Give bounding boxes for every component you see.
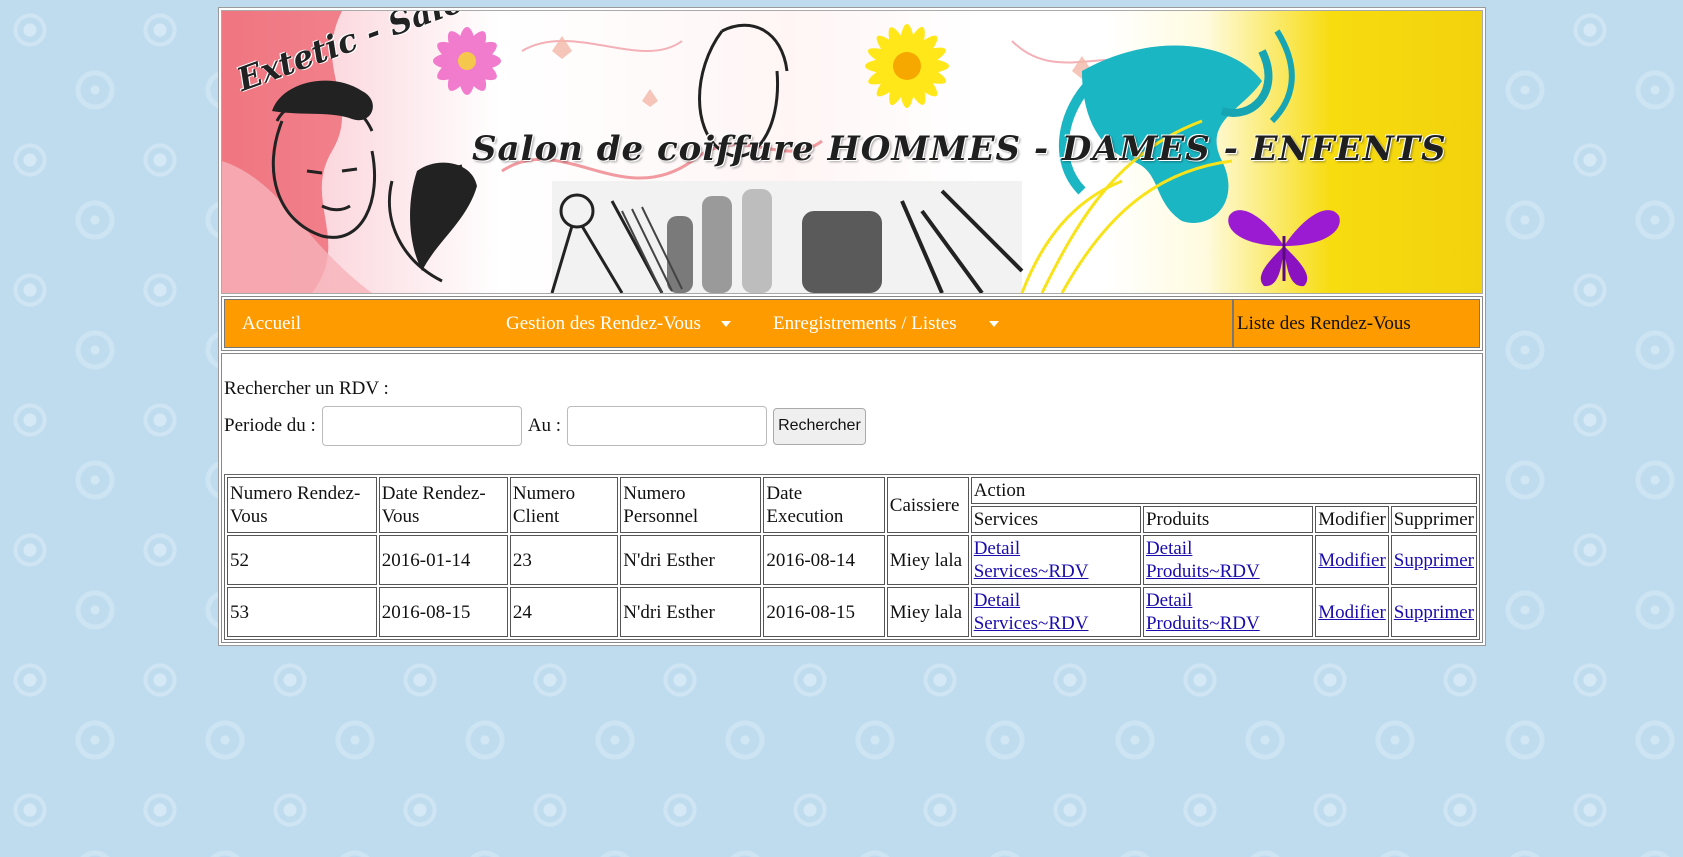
rdv-table: Numero Rendez-Vous Date Rendez-Vous Nume… (224, 474, 1480, 640)
menu-item-label: Gestion des Rendez-Vous (506, 312, 701, 334)
menu-item-label: Accueil (242, 312, 302, 334)
main-content: Rechercher un RDV : Periode du : Au : Re… (221, 353, 1483, 643)
col-header-supprimer: Supprimer (1390, 506, 1477, 533)
col-header-modifier: Modifier (1315, 506, 1389, 533)
col-header-numero-client: Numero Client (509, 477, 619, 533)
menu-item-label: Enregistrements / Listes (773, 312, 957, 334)
table-row: 53 2016-08-15 24 N'dri Esther 2016-08-15… (227, 587, 1477, 637)
menu-item-gestion-rdv[interactable]: Gestion des Rendez-Vous (489, 313, 756, 335)
cell-numero: 52 (227, 535, 377, 585)
cell-caissiere: Miey lala (886, 535, 969, 585)
period-to-label: Au : (527, 415, 562, 436)
banner-title: Salon de coiffure HOMMES - DAMES - ENFEN… (472, 129, 1447, 169)
table-row: 52 2016-01-14 23 N'dri Esther 2016-08-14… (227, 535, 1477, 585)
header-banner: Extetic - Salon Salon de coiffure HOMMES… (221, 10, 1483, 294)
search-heading: Rechercher un RDV : (224, 378, 389, 399)
cell-date-execution: 2016-08-14 (763, 535, 885, 585)
main-menu: Accueil Gestion des Rendez-Vous Enregist… (221, 296, 1483, 351)
cell-modifier: Modifier (1315, 535, 1389, 585)
cell-client: 23 (509, 535, 619, 585)
cell-caissiere: Miey lala (886, 587, 969, 637)
col-header-caissiere: Caissiere (886, 477, 969, 533)
cell-numero: 53 (227, 587, 377, 637)
current-page-label: Liste des Rendez-Vous (1233, 300, 1479, 347)
caret-down-icon (720, 320, 731, 327)
period-from-label: Periode du : (224, 415, 316, 436)
menu-item-accueil[interactable]: Accueil (225, 313, 489, 335)
detail-produits-link[interactable]: Detail Produits~RDV (1146, 538, 1260, 582)
col-header-date-rdv: Date Rendez-Vous (378, 477, 508, 533)
col-header-date-execution: Date Execution (763, 477, 885, 533)
menu-item-enregistrements[interactable]: Enregistrements / Listes (756, 313, 999, 335)
detail-services-link[interactable]: Detail Services~RDV (974, 590, 1089, 634)
col-header-produits: Produits (1142, 506, 1314, 533)
supprimer-link[interactable]: Supprimer (1394, 550, 1474, 571)
page-container: Extetic - Salon Salon de coiffure HOMMES… (218, 7, 1486, 646)
search-form: Periode du : Au : Rechercher (224, 406, 1480, 446)
cell-supprimer: Supprimer (1390, 535, 1477, 585)
period-from-input[interactable] (321, 406, 522, 446)
supprimer-link[interactable]: Supprimer (1394, 602, 1474, 623)
cell-produits: Detail Produits~RDV (1142, 535, 1314, 585)
cell-date-rdv: 2016-01-14 (378, 535, 508, 585)
cell-client: 24 (509, 587, 619, 637)
cell-personnel: N'dri Esther (620, 535, 762, 585)
cell-date-execution: 2016-08-15 (763, 587, 885, 637)
modifier-link[interactable]: Modifier (1318, 602, 1386, 623)
cell-services: Detail Services~RDV (970, 587, 1141, 637)
col-header-services: Services (970, 506, 1141, 533)
cell-date-rdv: 2016-08-15 (378, 587, 508, 637)
modifier-link[interactable]: Modifier (1318, 550, 1386, 571)
col-header-numero-rdv: Numero Rendez-Vous (227, 477, 377, 533)
detail-produits-link[interactable]: Detail Produits~RDV (1146, 590, 1260, 634)
detail-services-link[interactable]: Detail Services~RDV (974, 538, 1089, 582)
caret-down-icon (988, 320, 999, 327)
search-button[interactable]: Rechercher (773, 407, 866, 445)
col-header-numero-personnel: Numero Personnel (620, 477, 762, 533)
cell-services: Detail Services~RDV (970, 535, 1141, 585)
cell-personnel: N'dri Esther (620, 587, 762, 637)
cell-supprimer: Supprimer (1390, 587, 1477, 637)
cell-produits: Detail Produits~RDV (1142, 587, 1314, 637)
period-to-input[interactable] (567, 406, 768, 446)
col-header-action: Action (970, 477, 1477, 504)
cell-modifier: Modifier (1315, 587, 1389, 637)
